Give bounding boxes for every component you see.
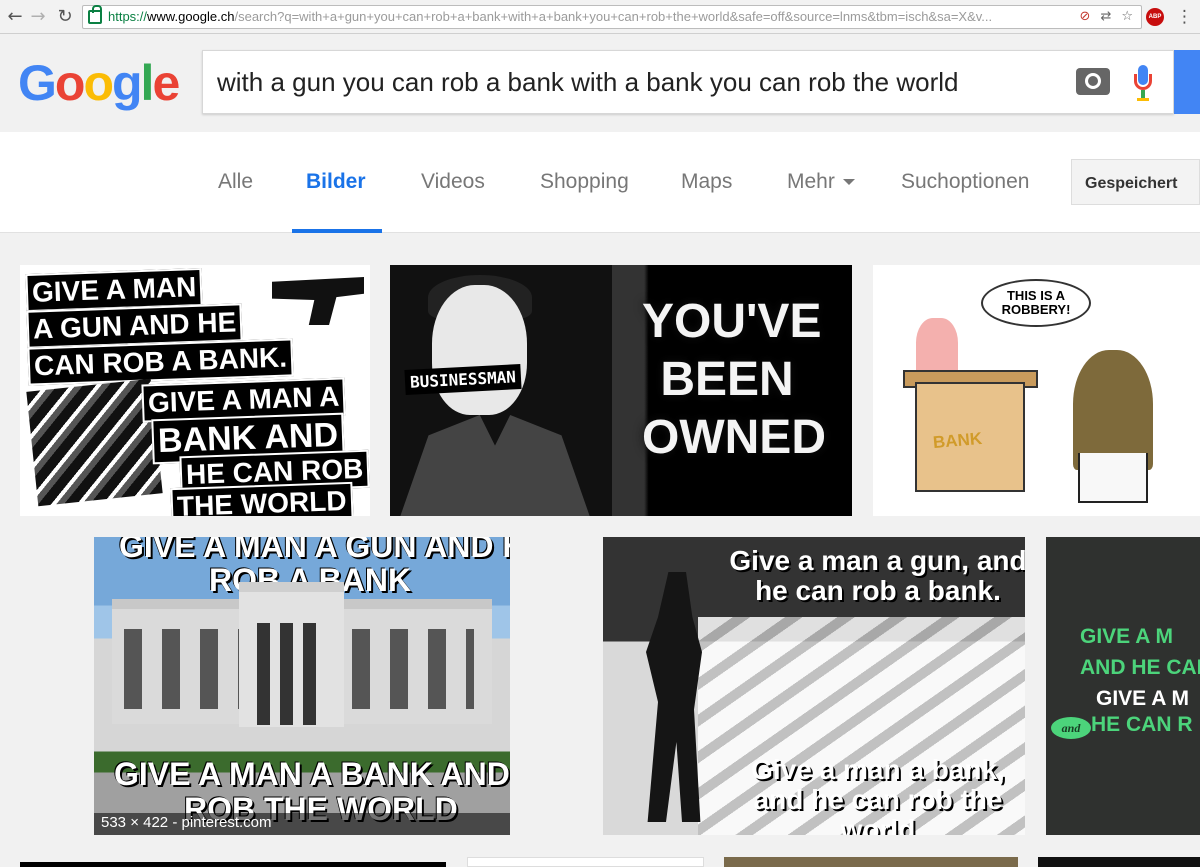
building-columns xyxy=(257,623,325,725)
reload-icon[interactable]: ↻ xyxy=(55,7,75,27)
tab-alle[interactable]: Alle xyxy=(218,170,253,194)
quote-bottom-text: Give a man a bank, and he can rob the wo… xyxy=(751,754,1005,836)
image-caption: 533 × 422 - pinterest.com xyxy=(101,814,272,831)
bookmark-star-icon[interactable]: ☆ xyxy=(1121,9,1133,24)
saved-button[interactable]: Gespeichert xyxy=(1071,159,1200,205)
bank-meme-top-line: GIVE A MAN A GUN AND HE CAN xyxy=(119,537,510,564)
search-query-input[interactable]: with a gun you can rob a bank with a ban… xyxy=(217,67,1057,98)
robber-figure xyxy=(1073,350,1153,470)
poster-line-7: THE WORLD xyxy=(170,481,354,516)
microphone-icon[interactable] xyxy=(1133,65,1153,103)
logo-letter-e: e xyxy=(152,55,180,111)
tab-bilder[interactable]: Bilder xyxy=(306,170,366,194)
bank-meme-bottom-line: GIVE A MAN A BANK AND HE CAN xyxy=(114,756,510,792)
logo-letter-o1: o xyxy=(54,55,86,111)
google-logo[interactable]: Google xyxy=(18,54,180,112)
url-domain: www.google.ch xyxy=(147,9,235,24)
url-protocol: https:// xyxy=(108,9,148,24)
robbery-speech-bubble: THIS IS A ROBBERY! xyxy=(981,279,1091,327)
url-path: /search?q=with+a+gun+you+can+rob+a+bank+… xyxy=(234,9,993,24)
image-result-10-partial[interactable] xyxy=(1038,857,1200,867)
tab-mehr[interactable]: Mehr xyxy=(787,170,855,194)
lock-icon xyxy=(88,5,102,24)
image-results: GIVE A MAN A GUN AND HE CAN ROB A BANK. … xyxy=(0,233,1200,867)
owned-line-1: YOU'VE xyxy=(642,295,822,348)
image-result-1[interactable]: GIVE A MAN A GUN AND HE CAN ROB A BANK. … xyxy=(20,265,370,516)
translate-icon[interactable]: ⇄ xyxy=(1100,9,1111,24)
green-text-line-1: GIVE A M xyxy=(1080,625,1173,648)
poster-line-3: CAN ROB A BANK. xyxy=(27,338,294,386)
back-arrow-icon[interactable]: ← xyxy=(5,7,25,27)
image-result-7-partial[interactable] xyxy=(20,862,446,867)
search-button-edge[interactable] xyxy=(1174,50,1200,114)
image-result-3[interactable]: THIS IS A ROBBERY! BANK xyxy=(873,265,1200,516)
camera-icon[interactable] xyxy=(1076,68,1110,95)
green-text-line-3: HE CAN R xyxy=(1091,713,1193,736)
gun-image xyxy=(272,277,364,325)
search-input-container[interactable]: with a gun you can rob a bank with a ban… xyxy=(202,50,1174,114)
mic-arc xyxy=(1134,74,1152,90)
white-text-line: GIVE A M xyxy=(1096,687,1189,710)
logo-letter-l: l xyxy=(140,55,155,111)
vertical-dots-icon[interactable]: ⋮ xyxy=(1176,7,1193,27)
tab-mehr-label: Mehr xyxy=(787,170,835,193)
image-result-2[interactable]: BUSINESSMAN YOU'VE BEEN OWNED xyxy=(390,265,852,516)
tab-shopping[interactable]: Shopping xyxy=(540,170,629,194)
image-result-8-partial[interactable] xyxy=(467,857,704,867)
tab-maps[interactable]: Maps xyxy=(681,170,732,194)
address-url[interactable]: https://www.google.ch/search?q=with+a+gu… xyxy=(108,9,1048,24)
logo-letter-o2: o xyxy=(83,55,114,111)
search-tabs: Alle Bilder Videos Shopping Maps Mehr Su… xyxy=(0,132,1200,233)
logo-letter-g: G xyxy=(18,55,57,111)
owned-line-2: BEEN xyxy=(660,353,794,406)
image-result-4[interactable]: GIVE A MAN A GUN AND HE CAN ROB A BANK G… xyxy=(94,537,510,835)
owned-text: YOU'VE BEEN OWNED xyxy=(642,293,826,467)
bank-sign: BANK xyxy=(932,428,983,453)
tab-suchoptionen[interactable]: Suchoptionen xyxy=(901,170,1029,194)
owned-line-3: OWNED xyxy=(642,411,826,464)
dropdown-caret-icon xyxy=(842,179,855,186)
and-badge: and xyxy=(1051,717,1091,739)
green-text-line-2: AND HE CAN xyxy=(1080,656,1200,679)
adblock-plus-icon[interactable]: ABP xyxy=(1146,8,1164,26)
logo-letter-g2: g xyxy=(112,55,143,111)
forward-arrow-icon[interactable]: → xyxy=(28,7,48,27)
robber-legs xyxy=(1078,453,1148,503)
businessman-suit xyxy=(400,415,590,516)
address-bar[interactable]: https://www.google.ch/search?q=with+a+gu… xyxy=(82,5,1142,29)
image-result-6[interactable]: GIVE A M AND HE CAN GIVE A M and HE CAN … xyxy=(1046,537,1200,835)
browser-toolbar: ← → ↻ https://www.google.ch/search?q=wit… xyxy=(0,0,1200,34)
businessman-face xyxy=(432,285,527,415)
tab-videos[interactable]: Videos xyxy=(421,170,485,194)
quote-top-text: Give a man a gun, and he can rob a bank. xyxy=(729,545,1025,606)
image-result-5[interactable]: Give a man a gun, and he can rob a bank.… xyxy=(603,537,1025,835)
mic-base xyxy=(1137,98,1149,101)
image-result-9-partial[interactable] xyxy=(724,857,1018,867)
blocked-popup-icon[interactable]: ⊘ xyxy=(1080,9,1091,24)
